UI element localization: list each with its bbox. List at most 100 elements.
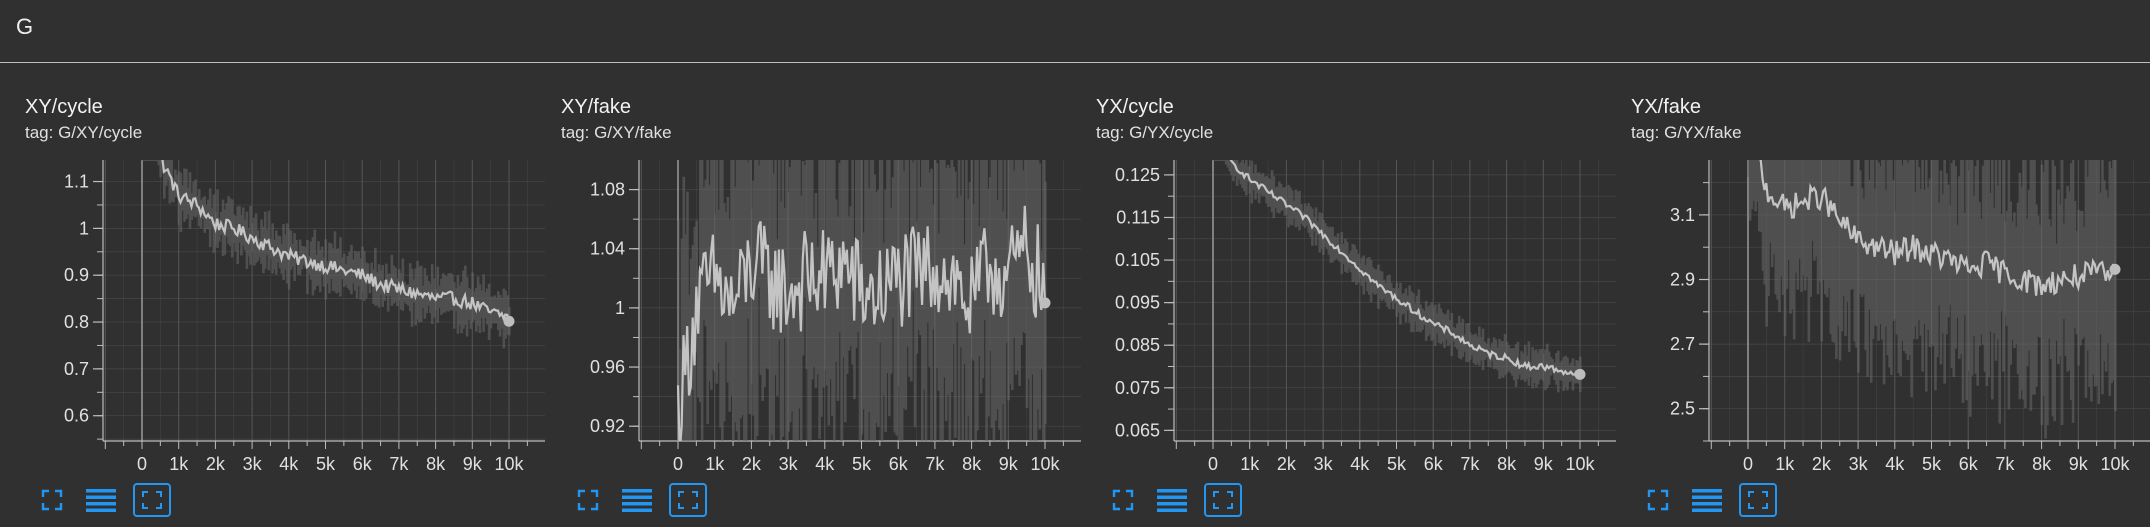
x-tick-label: 0 [1743,454,1753,474]
x-tick-label: 4k [279,454,299,474]
x-tick-label: 7k [1995,454,2015,474]
y-tick-label: 1 [79,218,89,238]
y-tick-label: 2.9 [1670,270,1695,290]
x-tick-label: 6k [1959,454,1979,474]
fit-domain-icon[interactable] [1739,483,1777,517]
fullscreen-icon[interactable] [36,483,68,517]
x-ticks [1710,441,2134,449]
y-tick-label: 0.105 [1115,250,1160,270]
x-tick-label: 5k [852,454,872,474]
y-tick-label: 0.9 [64,265,89,285]
x-tick-label: 1k [169,454,189,474]
y-tick-label: 1 [615,298,625,318]
x-tick-label: 1k [705,454,725,474]
group-title: G [16,14,34,39]
chart-card[interactable]: XY/fake tag: G/XY/fake 0.92 0.96 1 1.04 1.08 0 1… [536,63,1081,527]
y-tick-label: 0.075 [1115,378,1160,398]
last-point-marker[interactable] [1574,368,1586,380]
x-tick-label: 8k [426,454,446,474]
y-tick-label: 0.96 [590,357,625,377]
y-tick-label: 0.125 [1115,165,1160,185]
x-tick-label: 7k [1460,454,1480,474]
y-tick-label: 2.7 [1670,334,1695,354]
x-tick-label: 5k [1922,454,1942,474]
y-ticks [629,188,639,427]
fullscreen-icon[interactable] [1107,483,1139,517]
x-tick-label: 8k [962,454,982,474]
toggle-log-scale-icon[interactable] [84,483,118,517]
x-tick-label: 3k [779,454,799,474]
x-tick-label: 9k [999,454,1019,474]
y-tick-label: 0.8 [64,312,89,332]
y-tick-label: 0.92 [590,416,625,436]
y-ticks [1164,174,1174,431]
x-tick-label: 4k [815,454,835,474]
x-tick-label: 4k [1350,454,1370,474]
x-tick-label: 9k [1534,454,1554,474]
line-chart[interactable]: 0.065 0.075 0.085 0.095 0.105 0.115 0.125 0 1k 2k… [1071,63,1616,483]
x-tick-label: 2k [206,454,226,474]
x-tick-label: 9k [463,454,483,474]
x-tick-label: 3k [1314,454,1334,474]
x-tick-label: 8k [1497,454,1517,474]
chart-card[interactable]: YX/cycle tag: G/YX/cycle 0.065 0.075 0.085 0.… [1071,63,1616,527]
y-tick-label: 0.065 [1115,420,1160,440]
line-chart[interactable]: 0.6 0.7 0.8 0.9 1 1.1 0 1k 2k 3k 4k 5k 6k 7k 8k 9k 10k [0,63,545,483]
last-point-marker[interactable] [2109,263,2121,275]
x-tick-label: 6k [1424,454,1444,474]
group-header[interactable]: G [0,0,2150,63]
x-tick-label: 2k [742,454,762,474]
x-tick-label: 8k [2032,454,2052,474]
x-tick-label: 7k [925,454,945,474]
last-point-marker[interactable] [503,315,515,327]
y-ticks [93,180,103,440]
x-tick-label: 3k [243,454,263,474]
x-tick-label: 0 [137,454,147,474]
toggle-log-scale-icon[interactable] [620,483,654,517]
x-tick-label: 10k [2100,454,2130,474]
x-tick-label: 1k [1240,454,1260,474]
y-tick-label: 1.1 [64,172,89,192]
x-tick-label: 2k [1277,454,1297,474]
x-ticks [1175,441,1599,449]
chart-card[interactable]: XY/cycle tag: G/XY/cycle 0.6 0.7 0.8 0.9 1 1.1 0… [0,63,545,527]
y-ticks [1699,182,1709,442]
last-point-marker[interactable] [1039,297,1051,309]
x-tick-label: 0 [673,454,683,474]
line-chart[interactable]: 0.92 0.96 1 1.04 1.08 0 1k 2k 3k 4k 5k 6k 7k 8k 9k 10k [536,63,1081,483]
x-ticks [104,441,528,449]
x-tick-label: 3k [1849,454,1869,474]
x-tick-label: 6k [889,454,909,474]
y-tick-label: 0.085 [1115,335,1160,355]
x-tick-label: 10k [1565,454,1595,474]
y-tick-label: 2.5 [1670,399,1695,419]
y-tick-label: 0.095 [1115,293,1160,313]
fullscreen-icon[interactable] [572,483,604,517]
y-tick-label: 0.115 [1116,207,1160,227]
x-tick-label: 0 [1208,454,1218,474]
y-tick-label: 1.08 [590,180,625,200]
x-ticks [640,441,1064,449]
x-tick-label: 6k [353,454,373,474]
y-tick-label: 0.7 [64,359,89,379]
fit-domain-icon[interactable] [669,483,707,517]
x-tick-label: 10k [494,454,524,474]
y-tick-label: 0.6 [64,406,89,426]
fit-domain-icon[interactable] [1204,483,1242,517]
x-tick-label: 9k [2069,454,2089,474]
y-tick-label: 1.04 [590,239,625,259]
x-tick-label: 7k [389,454,409,474]
toggle-log-scale-icon[interactable] [1155,483,1189,517]
x-tick-label: 5k [316,454,336,474]
x-tick-label: 5k [1387,454,1407,474]
toggle-log-scale-icon[interactable] [1690,483,1724,517]
fit-domain-icon[interactable] [133,483,171,517]
y-tick-label: 3.1 [1670,205,1695,225]
x-tick-label: 1k [1775,454,1795,474]
x-tick-label: 10k [1030,454,1060,474]
chart-card[interactable]: YX/fake tag: G/YX/fake 2.5 2.7 2.9 3.1 0 1k 2k 3k… [1606,63,2150,527]
fullscreen-icon[interactable] [1642,483,1674,517]
line-chart[interactable]: 2.5 2.7 2.9 3.1 0 1k 2k 3k 4k 5k 6k 7k 8k 9k 10k [1606,63,2150,483]
x-tick-label: 4k [1885,454,1905,474]
x-tick-label: 2k [1812,454,1832,474]
